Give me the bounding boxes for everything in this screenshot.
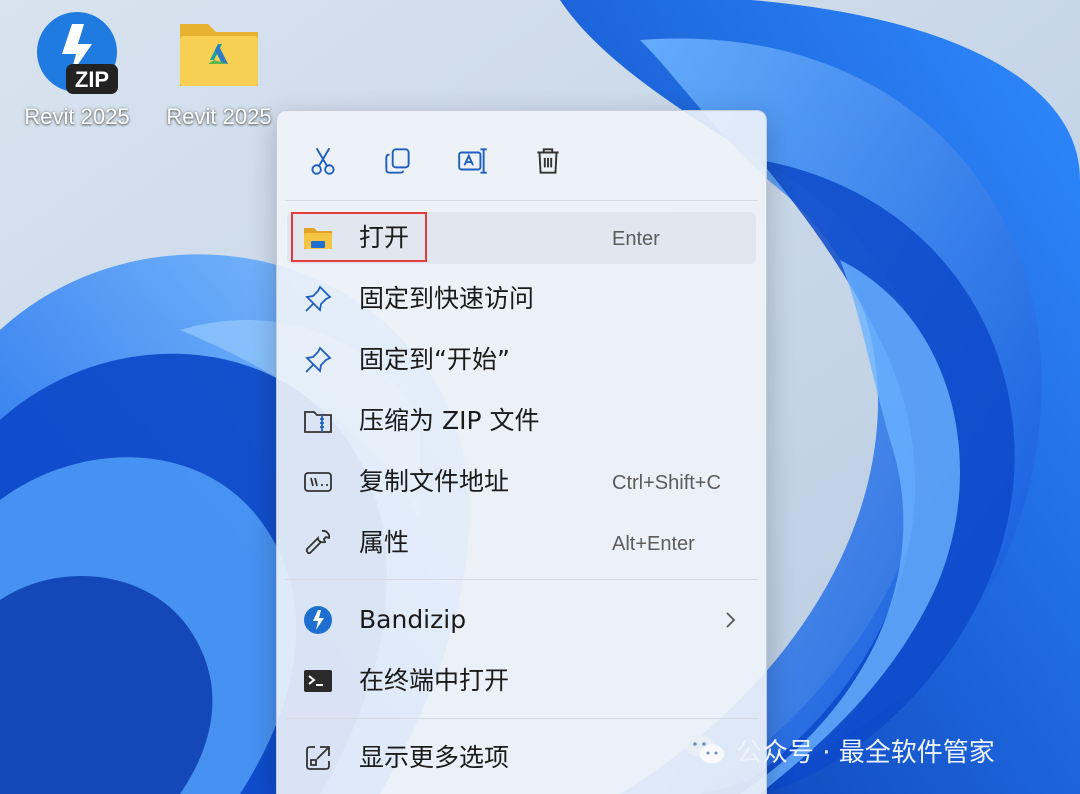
bandizip-icon — [304, 606, 332, 634]
toolbar-separator — [285, 200, 758, 201]
menu-item-label: 压缩为 ZIP 文件 — [359, 406, 540, 435]
pin-icon — [305, 285, 332, 312]
menu-item-pin-quick-access[interactable]: 固定到快速访问 — [287, 273, 756, 325]
menu-item-copy-path[interactable]: 复制文件地址 Ctrl+Shift+C — [287, 456, 756, 508]
rename-icon — [458, 148, 487, 174]
more-options-icon — [306, 746, 330, 770]
menu-item-shortcut: Enter — [612, 228, 660, 250]
terminal-icon — [304, 670, 332, 692]
menu-item-label: 固定到“开始” — [359, 345, 510, 374]
menu-separator — [285, 579, 758, 580]
menu-item-label: 固定到快速访问 — [359, 284, 535, 313]
desktop-icon-zip[interactable]: ZIP Revit 2025 — [12, 10, 142, 130]
desktop-icon-label: Revit 2025 — [166, 104, 272, 129]
copy-path-icon — [304, 472, 332, 492]
delete-button[interactable] — [526, 139, 570, 183]
menu-item-label: 属性 — [359, 528, 410, 557]
menu-item-properties[interactable]: 属性 Alt+Enter — [287, 517, 756, 569]
zip-folder-icon — [304, 411, 332, 433]
copy-icon — [385, 148, 410, 174]
wrench-icon — [305, 529, 331, 555]
menu-item-label: Bandizip — [359, 605, 467, 634]
menu-item-shortcut: Alt+Enter — [612, 533, 695, 555]
menu-item-shortcut: Ctrl+Shift+C — [612, 472, 721, 494]
bandizip-zip-icon: ZIP — [37, 12, 118, 94]
desktop-icon-label: Revit 2025 — [24, 104, 130, 129]
cut-button[interactable] — [301, 139, 345, 183]
watermark-text: 公众号 · 最全软件管家 — [736, 737, 995, 768]
rename-button[interactable] — [451, 139, 495, 183]
menu-item-label: 复制文件地址 — [359, 467, 510, 496]
autodesk-folder-icon — [180, 24, 258, 86]
watermark: 公众号 · 最全软件管家 — [684, 728, 995, 772]
zip-badge-text: ZIP — [75, 67, 109, 92]
chevron-right-icon — [726, 612, 736, 628]
menu-item-pin-start[interactable]: 固定到“开始” — [287, 334, 756, 386]
menu-item-label: 在终端中打开 — [359, 666, 510, 695]
menu-item-label: 显示更多选项 — [359, 743, 510, 772]
menu-separator — [285, 718, 758, 719]
menu-item-compress-zip[interactable]: 压缩为 ZIP 文件 — [287, 395, 756, 447]
cut-icon — [311, 147, 335, 175]
desktop-icon-folder[interactable]: Revit 2025 — [154, 10, 284, 130]
delete-icon — [537, 148, 559, 174]
menu-item-bandizip[interactable]: Bandizip — [287, 594, 756, 646]
copy-button[interactable] — [376, 139, 420, 183]
context-menu-toolbar — [277, 133, 766, 183]
context-menu: 打开 Enter 固定到快速访问 固定到“开始” 压缩为 ZIP 文件 复制文件… — [276, 110, 767, 794]
menu-item-open-terminal[interactable]: 在终端中打开 — [287, 655, 756, 707]
pin-icon — [305, 346, 332, 373]
wechat-icon — [686, 735, 724, 764]
highlight-box — [291, 212, 427, 262]
